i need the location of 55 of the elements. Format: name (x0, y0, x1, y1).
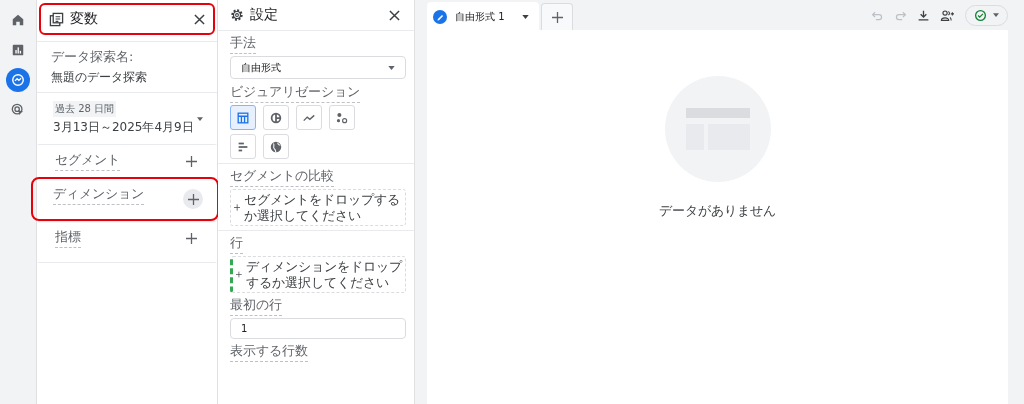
table-icon (236, 110, 250, 125)
globe-icon (269, 139, 283, 154)
pencil-icon (433, 10, 447, 24)
caret-icon (388, 65, 395, 70)
field-label: 最初の行 (230, 296, 282, 317)
section-label: セグメント (55, 151, 120, 171)
empty-message: データがありません (659, 202, 776, 220)
close-icon[interactable] (194, 13, 205, 25)
canvas-tab[interactable]: 自由形式 1 (427, 2, 539, 30)
caret-icon[interactable] (197, 116, 203, 121)
chart-circle-icon (11, 73, 25, 87)
add-button[interactable] (183, 189, 203, 209)
field-label: セグメントの比較 (230, 167, 334, 187)
date-range-text[interactable]: 3月13日～2025年4月9日 (53, 119, 194, 136)
date-preset-label: 過去 28 日間 (53, 101, 117, 117)
download-icon[interactable] (917, 8, 930, 22)
settings-icon (230, 8, 244, 22)
plus-icon (551, 11, 563, 23)
cursor-target-icon (11, 103, 25, 117)
donut-chart-icon (269, 110, 283, 125)
check-circle-icon (974, 8, 987, 22)
add-user-icon[interactable] (940, 8, 955, 22)
field-label: データ探索名: (51, 48, 135, 66)
technique-dropdown[interactable]: 自由形式 (230, 56, 406, 79)
section-label: 指標 (55, 228, 81, 248)
bar-chart-icon (11, 43, 25, 57)
close-icon[interactable] (389, 9, 400, 21)
home-icon (11, 13, 25, 27)
panel-title: 設定 (250, 6, 278, 24)
caret-icon (522, 15, 529, 19)
plus-icon (185, 155, 197, 167)
copy-icon (49, 11, 64, 27)
explore-nav-button[interactable] (6, 68, 30, 92)
donut-chart-button[interactable] (263, 105, 289, 130)
scatter-icon (335, 110, 349, 125)
add-tab-button[interactable] (541, 3, 573, 30)
plus-icon (234, 202, 241, 214)
caret-icon (993, 13, 999, 17)
field-label: 表示する行数 (230, 342, 308, 363)
field-label: ビジュアリゼーション (230, 83, 360, 103)
segment-drop-zone[interactable]: セグメントをドロップするか選択してください (230, 189, 406, 227)
field-label: 手法 (230, 34, 256, 54)
first-row-input[interactable]: 1 (230, 318, 406, 340)
explore-name-field[interactable]: 無題のデータ探索 (51, 69, 203, 86)
panel-title: 変数 (70, 10, 98, 28)
plus-icon (187, 193, 199, 205)
table-chart-button[interactable] (230, 105, 256, 130)
scatter-chart-button[interactable] (329, 105, 355, 130)
line-chart-button[interactable] (296, 105, 322, 130)
bar-chart-button[interactable] (230, 134, 256, 159)
dimension-drop-zone[interactable]: ディメンションをドロップするか選択してください (230, 256, 406, 294)
section-label: ディメンション (53, 185, 144, 205)
globe-chart-button[interactable] (263, 134, 289, 159)
field-label: 行 (230, 234, 243, 255)
plus-icon (185, 232, 197, 244)
